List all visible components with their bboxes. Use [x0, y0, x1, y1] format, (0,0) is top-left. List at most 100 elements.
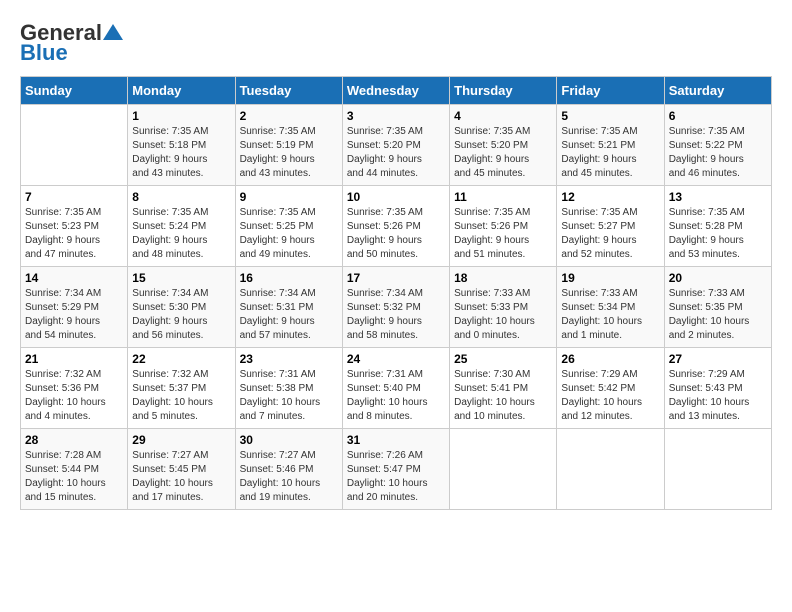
- day-number: 26: [561, 352, 659, 366]
- day-cell: 8 Sunrise: 7:35 AMSunset: 5:24 PMDaylight…: [128, 186, 235, 267]
- day-cell: 31 Sunrise: 7:26 AMSunset: 5:47 PMDayligh…: [342, 429, 449, 510]
- day-header-friday: Friday: [557, 77, 664, 105]
- day-cell: 15 Sunrise: 7:34 AMSunset: 5:30 PMDayligh…: [128, 267, 235, 348]
- day-cell: 7Sunrise: 7:35 AMSunset: 5:23 PMDaylight…: [21, 186, 128, 267]
- day-cell: 30 Sunrise: 7:27 AMSunset: 5:46 PMDayligh…: [235, 429, 342, 510]
- day-info: Sunrise: 7:29 AMSunset: 5:43 PMDaylight:…: [669, 368, 767, 424]
- day-number: 25: [454, 352, 552, 366]
- day-header-saturday: Saturday: [664, 77, 771, 105]
- day-cell: 29 Sunrise: 7:27 AMSunset: 5:45 PMDayligh…: [128, 429, 235, 510]
- day-cell: 3 Sunrise: 7:35 AMSunset: 5:20 PMDaylight…: [342, 105, 449, 186]
- day-info: Sunrise: 7:35 AMSunset: 5:28 PMDaylight:…: [669, 206, 767, 262]
- day-number: 30: [240, 433, 338, 447]
- day-info: Sunrise: 7:26 AMSunset: 5:47 PMDaylight:…: [347, 449, 445, 505]
- day-cell: 21Sunrise: 7:32 AMSunset: 5:36 PMDayligh…: [21, 348, 128, 429]
- week-row-3: 14 Sunrise: 7:34 AMSunset: 5:29 PMDayligh…: [21, 267, 772, 348]
- day-cell: 9 Sunrise: 7:35 AMSunset: 5:25 PMDaylight…: [235, 186, 342, 267]
- day-cell: 22 Sunrise: 7:32 AMSunset: 5:37 PMDayligh…: [128, 348, 235, 429]
- day-info: Sunrise: 7:35 AMSunset: 5:26 PMDaylight:…: [347, 206, 445, 262]
- day-info: Sunrise: 7:31 AMSunset: 5:40 PMDaylight:…: [347, 368, 445, 424]
- day-cell: 20 Sunrise: 7:33 AMSunset: 5:35 PMDayligh…: [664, 267, 771, 348]
- week-row-1: 1 Sunrise: 7:35 AMSunset: 5:18 PMDaylight…: [21, 105, 772, 186]
- day-info: Sunrise: 7:28 AMSunset: 5:44 PMDaylight:…: [25, 449, 123, 505]
- day-cell: 10 Sunrise: 7:35 AMSunset: 5:26 PMDayligh…: [342, 186, 449, 267]
- day-number: 11: [454, 190, 552, 204]
- day-cell: 1 Sunrise: 7:35 AMSunset: 5:18 PMDaylight…: [128, 105, 235, 186]
- day-info: Sunrise: 7:35 AMSunset: 5:20 PMDaylight:…: [454, 125, 552, 181]
- day-number: 2: [240, 109, 338, 123]
- day-info: Sunrise: 7:27 AMSunset: 5:46 PMDaylight:…: [240, 449, 338, 505]
- day-number: 7: [25, 190, 123, 204]
- day-number: 22: [132, 352, 230, 366]
- day-number: 24: [347, 352, 445, 366]
- day-info: Sunrise: 7:27 AMSunset: 5:45 PMDaylight:…: [132, 449, 230, 505]
- day-info: Sunrise: 7:30 AMSunset: 5:41 PMDaylight:…: [454, 368, 552, 424]
- day-number: 3: [347, 109, 445, 123]
- day-info: Sunrise: 7:34 AMSunset: 5:30 PMDaylight:…: [132, 287, 230, 343]
- day-cell: 12 Sunrise: 7:35 AMSunset: 5:27 PMDayligh…: [557, 186, 664, 267]
- day-cell: 11 Sunrise: 7:35 AMSunset: 5:26 PMDayligh…: [450, 186, 557, 267]
- day-info: Sunrise: 7:34 AMSunset: 5:29 PMDaylight:…: [25, 287, 123, 343]
- day-cell: 18Sunrise: 7:33 AMSunset: 5:33 PMDayligh…: [450, 267, 557, 348]
- day-cell: 26 Sunrise: 7:29 AMSunset: 5:42 PMDayligh…: [557, 348, 664, 429]
- day-info: Sunrise: 7:35 AMSunset: 5:20 PMDaylight:…: [347, 125, 445, 181]
- day-number: 13: [669, 190, 767, 204]
- day-cell: 19 Sunrise: 7:33 AMSunset: 5:34 PMDayligh…: [557, 267, 664, 348]
- day-number: 28: [25, 433, 123, 447]
- day-number: 29: [132, 433, 230, 447]
- logo-blue: Blue: [20, 40, 68, 66]
- logo: General Blue: [20, 20, 124, 66]
- day-number: 23: [240, 352, 338, 366]
- day-cell: 5Sunrise: 7:35 AMSunset: 5:21 PMDaylight…: [557, 105, 664, 186]
- day-number: 19: [561, 271, 659, 285]
- day-info: Sunrise: 7:35 AMSunset: 5:24 PMDaylight:…: [132, 206, 230, 262]
- day-info: Sunrise: 7:34 AMSunset: 5:32 PMDaylight:…: [347, 287, 445, 343]
- day-cell: 17 Sunrise: 7:34 AMSunset: 5:32 PMDayligh…: [342, 267, 449, 348]
- day-number: 15: [132, 271, 230, 285]
- day-cell: [664, 429, 771, 510]
- day-number: 14: [25, 271, 123, 285]
- day-number: 1: [132, 109, 230, 123]
- day-cell: 23Sunrise: 7:31 AMSunset: 5:38 PMDayligh…: [235, 348, 342, 429]
- day-number: 21: [25, 352, 123, 366]
- days-header-row: SundayMondayTuesdayWednesdayThursdayFrid…: [21, 77, 772, 105]
- day-cell: 16 Sunrise: 7:34 AMSunset: 5:31 PMDayligh…: [235, 267, 342, 348]
- day-info: Sunrise: 7:33 AMSunset: 5:35 PMDaylight:…: [669, 287, 767, 343]
- day-header-sunday: Sunday: [21, 77, 128, 105]
- day-cell: [21, 105, 128, 186]
- day-number: 12: [561, 190, 659, 204]
- day-info: Sunrise: 7:35 AMSunset: 5:27 PMDaylight:…: [561, 206, 659, 262]
- day-header-thursday: Thursday: [450, 77, 557, 105]
- day-cell: 24 Sunrise: 7:31 AMSunset: 5:40 PMDayligh…: [342, 348, 449, 429]
- day-number: 17: [347, 271, 445, 285]
- day-number: 31: [347, 433, 445, 447]
- day-number: 4: [454, 109, 552, 123]
- day-number: 9: [240, 190, 338, 204]
- day-info: Sunrise: 7:35 AMSunset: 5:18 PMDaylight:…: [132, 125, 230, 181]
- day-info: Sunrise: 7:34 AMSunset: 5:31 PMDaylight:…: [240, 287, 338, 343]
- day-number: 18: [454, 271, 552, 285]
- day-info: Sunrise: 7:29 AMSunset: 5:42 PMDaylight:…: [561, 368, 659, 424]
- day-cell: 28 Sunrise: 7:28 AMSunset: 5:44 PMDayligh…: [21, 429, 128, 510]
- day-header-wednesday: Wednesday: [342, 77, 449, 105]
- day-number: 10: [347, 190, 445, 204]
- day-number: 16: [240, 271, 338, 285]
- day-cell: 14 Sunrise: 7:34 AMSunset: 5:29 PMDayligh…: [21, 267, 128, 348]
- day-number: 27: [669, 352, 767, 366]
- week-row-5: 28 Sunrise: 7:28 AMSunset: 5:44 PMDayligh…: [21, 429, 772, 510]
- day-cell: 27 Sunrise: 7:29 AMSunset: 5:43 PMDayligh…: [664, 348, 771, 429]
- calendar: SundayMondayTuesdayWednesdayThursdayFrid…: [20, 76, 772, 510]
- day-header-monday: Monday: [128, 77, 235, 105]
- day-number: 20: [669, 271, 767, 285]
- day-number: 5: [561, 109, 659, 123]
- day-cell: 4 Sunrise: 7:35 AMSunset: 5:20 PMDaylight…: [450, 105, 557, 186]
- day-info: Sunrise: 7:33 AMSunset: 5:34 PMDaylight:…: [561, 287, 659, 343]
- day-info: Sunrise: 7:35 AMSunset: 5:25 PMDaylight:…: [240, 206, 338, 262]
- day-info: Sunrise: 7:32 AMSunset: 5:37 PMDaylight:…: [132, 368, 230, 424]
- day-number: 8: [132, 190, 230, 204]
- day-info: Sunrise: 7:35 AMSunset: 5:19 PMDaylight:…: [240, 125, 338, 181]
- day-info: Sunrise: 7:35 AMSunset: 5:26 PMDaylight:…: [454, 206, 552, 262]
- week-row-4: 21Sunrise: 7:32 AMSunset: 5:36 PMDayligh…: [21, 348, 772, 429]
- day-cell: 13 Sunrise: 7:35 AMSunset: 5:28 PMDayligh…: [664, 186, 771, 267]
- day-cell: 2 Sunrise: 7:35 AMSunset: 5:19 PMDaylight…: [235, 105, 342, 186]
